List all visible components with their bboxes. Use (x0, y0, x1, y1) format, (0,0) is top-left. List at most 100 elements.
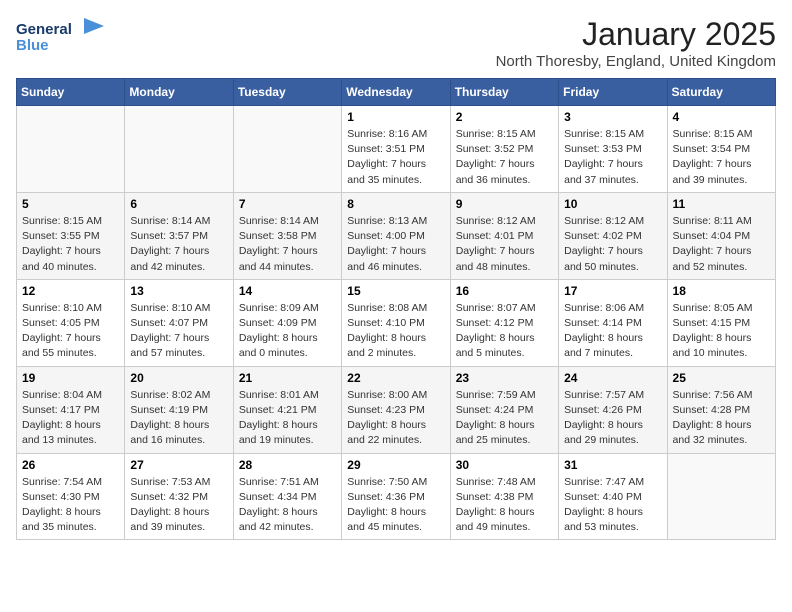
calendar-cell: 13 Sunrise: 8:10 AMSunset: 4:07 PMDayligh… (125, 279, 233, 366)
day-number: 20 (130, 371, 227, 385)
calendar-cell: 16Sunrise: 8:07 AMSunset: 4:12 PMDayligh… (450, 279, 558, 366)
calendar-week-row: 1 Sunrise: 8:16 AMSunset: 3:51 PMDaylight… (17, 106, 776, 193)
day-info: Sunrise: 8:06 AMSunset: 4:14 PMDaylight:… (564, 301, 661, 362)
day-info: Sunrise: 8:16 AMSunset: 3:51 PMDaylight:… (347, 127, 444, 188)
calendar-cell (233, 106, 341, 193)
day-info: Sunrise: 8:15 AMSunset: 3:53 PMDaylight:… (564, 127, 661, 188)
calendar-title: January 2025 (496, 16, 776, 53)
day-number: 21 (239, 371, 336, 385)
calendar-cell: 25Sunrise: 7:56 AMSunset: 4:28 PMDayligh… (667, 366, 775, 453)
day-number: 31 (564, 458, 661, 472)
calendar-week-row: 12 Sunrise: 8:10 AMSunset: 4:05 PMDayligh… (17, 279, 776, 366)
weekday-header-wednesday: Wednesday (342, 79, 450, 106)
day-number: 1 (347, 110, 444, 124)
day-info: Sunrise: 7:51 AMSunset: 4:34 PMDaylight:… (239, 475, 336, 536)
day-number: 13 (130, 284, 227, 298)
calendar-table: SundayMondayTuesdayWednesdayThursdayFrid… (16, 78, 776, 540)
day-number: 15 (347, 284, 444, 298)
calendar-cell: 21 Sunrise: 8:01 AMSunset: 4:21 PMDayligh… (233, 366, 341, 453)
day-number: 8 (347, 197, 444, 211)
calendar-cell: 12 Sunrise: 8:10 AMSunset: 4:05 PMDayligh… (17, 279, 125, 366)
day-number: 26 (22, 458, 119, 472)
calendar-cell: 5 Sunrise: 8:15 AMSunset: 3:55 PMDaylight… (17, 192, 125, 279)
calendar-cell: 10Sunrise: 8:12 AMSunset: 4:02 PMDayligh… (559, 192, 667, 279)
day-info: Sunrise: 8:14 AMSunset: 3:57 PMDaylight:… (130, 214, 227, 275)
day-info: Sunrise: 8:15 AMSunset: 3:52 PMDaylight:… (456, 127, 553, 188)
day-number: 29 (347, 458, 444, 472)
calendar-week-row: 26 Sunrise: 7:54 AMSunset: 4:30 PMDayligh… (17, 453, 776, 540)
weekday-header-sunday: Sunday (17, 79, 125, 106)
day-number: 27 (130, 458, 227, 472)
day-info: Sunrise: 8:02 AMSunset: 4:19 PMDaylight:… (130, 388, 227, 449)
day-info: Sunrise: 7:54 AMSunset: 4:30 PMDaylight:… (22, 475, 119, 536)
day-info: Sunrise: 7:47 AMSunset: 4:40 PMDaylight:… (564, 475, 661, 536)
day-info: Sunrise: 8:10 AMSunset: 4:07 PMDaylight:… (130, 301, 227, 362)
calendar-body: 1 Sunrise: 8:16 AMSunset: 3:51 PMDaylight… (17, 106, 776, 540)
calendar-cell: 24Sunrise: 7:57 AMSunset: 4:26 PMDayligh… (559, 366, 667, 453)
calendar-cell: 20 Sunrise: 8:02 AMSunset: 4:19 PMDayligh… (125, 366, 233, 453)
calendar-cell: 28Sunrise: 7:51 AMSunset: 4:34 PMDayligh… (233, 453, 341, 540)
weekday-header-thursday: Thursday (450, 79, 558, 106)
day-info: Sunrise: 8:05 AMSunset: 4:15 PMDaylight:… (673, 301, 770, 362)
day-number: 14 (239, 284, 336, 298)
calendar-header: SundayMondayTuesdayWednesdayThursdayFrid… (17, 79, 776, 106)
calendar-cell: 15 Sunrise: 8:08 AMSunset: 4:10 PMDayligh… (342, 279, 450, 366)
day-number: 30 (456, 458, 553, 472)
day-number: 11 (673, 197, 770, 211)
day-info: Sunrise: 8:04 AMSunset: 4:17 PMDaylight:… (22, 388, 119, 449)
svg-text:General: General (16, 21, 72, 38)
day-number: 12 (22, 284, 119, 298)
calendar-cell (667, 453, 775, 540)
day-number: 24 (564, 371, 661, 385)
calendar-cell: 27 Sunrise: 7:53 AMSunset: 4:32 PMDayligh… (125, 453, 233, 540)
weekday-header-friday: Friday (559, 79, 667, 106)
day-info: Sunrise: 7:53 AMSunset: 4:32 PMDaylight:… (130, 475, 227, 536)
day-info: Sunrise: 8:12 AMSunset: 4:02 PMDaylight:… (564, 214, 661, 275)
page-header: General Blue January 2025 North Thoresby… (16, 16, 776, 70)
title-block: January 2025 North Thoresby, England, Un… (496, 16, 776, 70)
calendar-week-row: 5 Sunrise: 8:15 AMSunset: 3:55 PMDaylight… (17, 192, 776, 279)
calendar-cell: 17Sunrise: 8:06 AMSunset: 4:14 PMDayligh… (559, 279, 667, 366)
day-info: Sunrise: 8:00 AMSunset: 4:23 PMDaylight:… (347, 388, 444, 449)
calendar-cell: 1 Sunrise: 8:16 AMSunset: 3:51 PMDaylight… (342, 106, 450, 193)
calendar-cell: 7Sunrise: 8:14 AMSunset: 3:58 PMDaylight… (233, 192, 341, 279)
calendar-cell: 22 Sunrise: 8:00 AMSunset: 4:23 PMDayligh… (342, 366, 450, 453)
weekday-header-row: SundayMondayTuesdayWednesdayThursdayFrid… (17, 79, 776, 106)
day-number: 6 (130, 197, 227, 211)
day-number: 5 (22, 197, 119, 211)
weekday-header-tuesday: Tuesday (233, 79, 341, 106)
day-info: Sunrise: 8:11 AMSunset: 4:04 PMDaylight:… (673, 214, 770, 275)
logo: General Blue (16, 16, 106, 56)
day-info: Sunrise: 7:56 AMSunset: 4:28 PMDaylight:… (673, 388, 770, 449)
calendar-cell: 6 Sunrise: 8:14 AMSunset: 3:57 PMDaylight… (125, 192, 233, 279)
calendar-cell: 8Sunrise: 8:13 AMSunset: 4:00 PMDaylight… (342, 192, 450, 279)
day-number: 23 (456, 371, 553, 385)
calendar-cell: 11 Sunrise: 8:11 AMSunset: 4:04 PMDayligh… (667, 192, 775, 279)
day-info: Sunrise: 8:10 AMSunset: 4:05 PMDaylight:… (22, 301, 119, 362)
calendar-cell: 29Sunrise: 7:50 AMSunset: 4:36 PMDayligh… (342, 453, 450, 540)
calendar-cell (17, 106, 125, 193)
calendar-cell (125, 106, 233, 193)
day-number: 19 (22, 371, 119, 385)
day-info: Sunrise: 8:12 AMSunset: 4:01 PMDaylight:… (456, 214, 553, 275)
day-info: Sunrise: 8:15 AMSunset: 3:54 PMDaylight:… (673, 127, 770, 188)
calendar-cell: 19 Sunrise: 8:04 AMSunset: 4:17 PMDayligh… (17, 366, 125, 453)
day-info: Sunrise: 8:08 AMSunset: 4:10 PMDaylight:… (347, 301, 444, 362)
day-number: 22 (347, 371, 444, 385)
day-info: Sunrise: 7:48 AMSunset: 4:38 PMDaylight:… (456, 475, 553, 536)
calendar-subtitle: North Thoresby, England, United Kingdom (496, 53, 776, 70)
day-number: 18 (673, 284, 770, 298)
calendar-cell: 2Sunrise: 8:15 AMSunset: 3:52 PMDaylight… (450, 106, 558, 193)
day-number: 3 (564, 110, 661, 124)
day-info: Sunrise: 8:01 AMSunset: 4:21 PMDaylight:… (239, 388, 336, 449)
day-info: Sunrise: 8:15 AMSunset: 3:55 PMDaylight:… (22, 214, 119, 275)
calendar-cell: 3 Sunrise: 8:15 AMSunset: 3:53 PMDaylight… (559, 106, 667, 193)
calendar-cell: 9 Sunrise: 8:12 AMSunset: 4:01 PMDaylight… (450, 192, 558, 279)
calendar-cell: 30 Sunrise: 7:48 AMSunset: 4:38 PMDayligh… (450, 453, 558, 540)
calendar-cell: 14Sunrise: 8:09 AMSunset: 4:09 PMDayligh… (233, 279, 341, 366)
calendar-cell: 23Sunrise: 7:59 AMSunset: 4:24 PMDayligh… (450, 366, 558, 453)
calendar-cell: 4Sunrise: 8:15 AMSunset: 3:54 PMDaylight… (667, 106, 775, 193)
calendar-cell: 31 Sunrise: 7:47 AMSunset: 4:40 PMDayligh… (559, 453, 667, 540)
day-info: Sunrise: 8:07 AMSunset: 4:12 PMDaylight:… (456, 301, 553, 362)
day-number: 9 (456, 197, 553, 211)
